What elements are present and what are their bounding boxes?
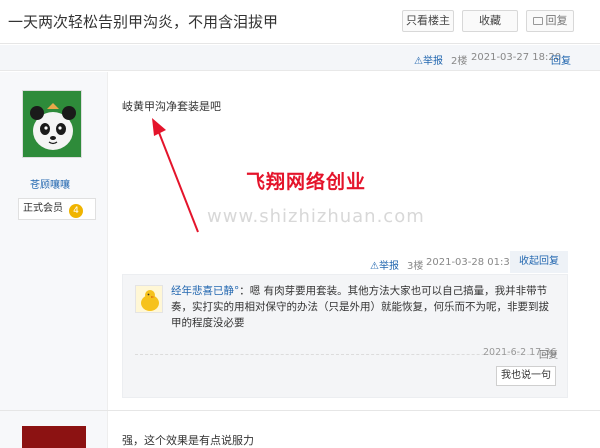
rank-box: 正式会员 4 [18,198,96,220]
reply-button-label: 回复 [545,14,568,27]
sub-floor: 3楼 [407,261,424,272]
report-link[interactable]: ⚠举报 [414,52,443,67]
report-label: 举报 [422,56,443,67]
nested-reply: 经年悲喜已静°：嗯 有肉芽要用套装。其他方法大家也可以自己搞量，我并非带节奏，实… [135,283,558,361]
fold-reply-button[interactable]: 收起回复 [510,251,568,273]
thread-header: 一天两次轻松告别甲沟炎，不用含泪拔甲 只看楼主 收藏 回复 [0,0,600,44]
reply-avatar[interactable] [135,285,163,313]
favorite-button[interactable]: 收藏 [462,10,518,32]
next-post-content: 强，这个效果是有点说服力 [122,434,254,447]
red-arrow [152,118,199,233]
post-content: 岐黄甲沟净套装是吧 [122,100,221,113]
reply-author-link[interactable]: 经年悲喜已静° [171,285,239,297]
post-reply-link[interactable]: 回复 [551,52,571,67]
next-avatar[interactable] [22,426,86,448]
reply-text: 经年悲喜已静°：嗯 有肉芽要用套装。其他方法大家也可以自己搞量，我并非带节奏，实… [171,283,559,331]
post-floor: 2楼 [451,56,468,67]
sub-report-label: 举报 [378,261,399,272]
warning-icon: ⚠ [370,261,379,272]
chick-avatar-image [136,286,162,312]
reply-reply-link[interactable]: 回复 [539,347,558,361]
rank-label: 正式会员 [23,203,63,214]
panda-avatar-image [23,91,81,157]
post-timestamp: 2021-03-27 18:20 [471,52,562,63]
watermark-url: www.shizhizhuan.com [207,206,425,227]
watermark-brand: 飞翔网络创业 [246,171,367,193]
sub-timestamp: 2021-03-28 01:36 [426,257,517,268]
avatar[interactable] [22,90,82,158]
warning-icon: ⚠ [414,56,423,67]
post-meta-strip: ⚠举报 2楼 2021-03-27 18:20 回复 [0,45,600,71]
rank-badge: 4 [69,204,83,218]
only-host-button[interactable]: 只看楼主 [402,10,454,32]
sub-report-link[interactable]: ⚠举报 [370,257,399,272]
username-link[interactable]: 苍顾嚷嚷 [30,176,70,191]
comment-icon [532,17,543,25]
reply-button[interactable]: 回复 [526,10,574,32]
say-something-button[interactable]: 我也说一句 [496,366,556,386]
thread-title: 一天两次轻松告别甲沟炎，不用含泪拔甲 [8,13,279,31]
